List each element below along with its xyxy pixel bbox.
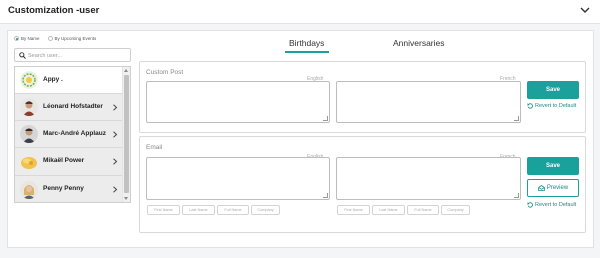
preview-button[interactable]: Preview — [527, 179, 579, 197]
customization-panel: By Name By Upcoming Events Appy . — [7, 30, 594, 248]
page-title: Customization -user — [8, 5, 100, 16]
envelope-icon — [538, 185, 545, 191]
sort-options: By Name By Upcoming Events — [14, 36, 96, 41]
user-list: Appy . Léonard Hofstadter Marc-André App… — [14, 66, 131, 203]
chevron-right-icon[interactable] — [112, 186, 118, 193]
placeholder-chip-full-name[interactable]: Full Name — [217, 205, 249, 215]
radio-label: By Name — [21, 36, 40, 41]
placeholder-chip-company[interactable]: Company — [441, 205, 470, 215]
custom-post-french-textarea[interactable] — [336, 81, 521, 123]
tab-anniversaries[interactable]: Anniversaries — [393, 38, 445, 48]
revert-label: Revert to Default — [535, 103, 577, 109]
section-title: Email — [146, 144, 163, 151]
user-list-scrollbar[interactable] — [122, 67, 130, 202]
custom-post-section: Custom Post English French Save Revert t… — [139, 61, 586, 133]
revert-label: Revert to Default — [535, 202, 577, 208]
user-item-appy[interactable]: Appy . — [15, 67, 123, 94]
user-name: Léonard Hofstadter — [43, 103, 103, 110]
email-english-textarea[interactable] — [146, 157, 330, 200]
chevron-right-icon[interactable] — [112, 104, 118, 111]
radio-by-events[interactable]: By Upcoming Events — [47, 36, 97, 41]
revert-to-default-link[interactable]: Revert to Default — [527, 103, 576, 109]
user-name: Marc-André Applauz — [43, 130, 106, 137]
search-box[interactable] — [14, 48, 131, 62]
chevron-right-icon[interactable] — [112, 158, 118, 165]
placeholder-chip-first-name[interactable]: First Name — [147, 205, 180, 215]
user-name: Mikaël Power — [43, 157, 85, 164]
save-button[interactable]: Save — [527, 157, 579, 175]
custom-post-english-textarea[interactable] — [146, 81, 330, 123]
scroll-down-icon[interactable] — [124, 197, 128, 200]
user-name: Penny Penny — [43, 185, 84, 192]
scrollbar-thumb[interactable] — [124, 75, 129, 193]
preview-label: Preview — [546, 185, 569, 191]
chevron-right-icon[interactable] — [112, 131, 118, 138]
placeholder-chip-full-name[interactable]: Full Name — [407, 205, 439, 215]
revert-icon — [527, 202, 533, 208]
radio-dot[interactable] — [47, 36, 53, 41]
user-item-mikael[interactable]: Mikaël Power — [15, 148, 123, 176]
placeholder-chip-last-name[interactable]: Last Name — [182, 205, 215, 215]
tab-birthdays[interactable]: Birthdays — [289, 38, 324, 48]
placeholder-chip-last-name[interactable]: Last Name — [372, 205, 405, 215]
search-input[interactable] — [28, 50, 128, 61]
radio-label: By Upcoming Events — [54, 36, 97, 41]
user-name: Appy . — [43, 76, 63, 83]
placeholder-chip-company[interactable]: Company — [251, 205, 280, 215]
revert-icon — [527, 103, 533, 109]
user-item-penny[interactable]: Penny Penny — [15, 176, 123, 202]
email-section: Email English French First Name Last Nam… — [139, 136, 586, 233]
avatar — [20, 153, 38, 171]
page-header: Customization -user — [0, 0, 600, 24]
user-item-leonard[interactable]: Léonard Hofstadter — [15, 94, 123, 121]
placeholder-chip-first-name[interactable]: First Name — [337, 205, 370, 215]
avatar — [20, 181, 38, 199]
section-title: Custom Post — [146, 69, 184, 76]
avatar — [20, 125, 38, 143]
scroll-up-icon[interactable] — [124, 69, 128, 72]
email-french-textarea[interactable] — [336, 157, 521, 200]
avatar — [20, 98, 38, 116]
save-button[interactable]: Save — [527, 81, 579, 99]
avatar — [20, 71, 38, 89]
chevron-down-icon[interactable] — [579, 4, 591, 16]
user-item-marc-andre[interactable]: Marc-André Applauz — [15, 121, 123, 148]
revert-to-default-link[interactable]: Revert to Default — [527, 202, 576, 208]
search-icon — [19, 52, 26, 59]
radio-by-name[interactable]: By Name — [14, 36, 40, 41]
radio-dot[interactable] — [14, 36, 19, 41]
active-tab-indicator — [285, 51, 329, 53]
